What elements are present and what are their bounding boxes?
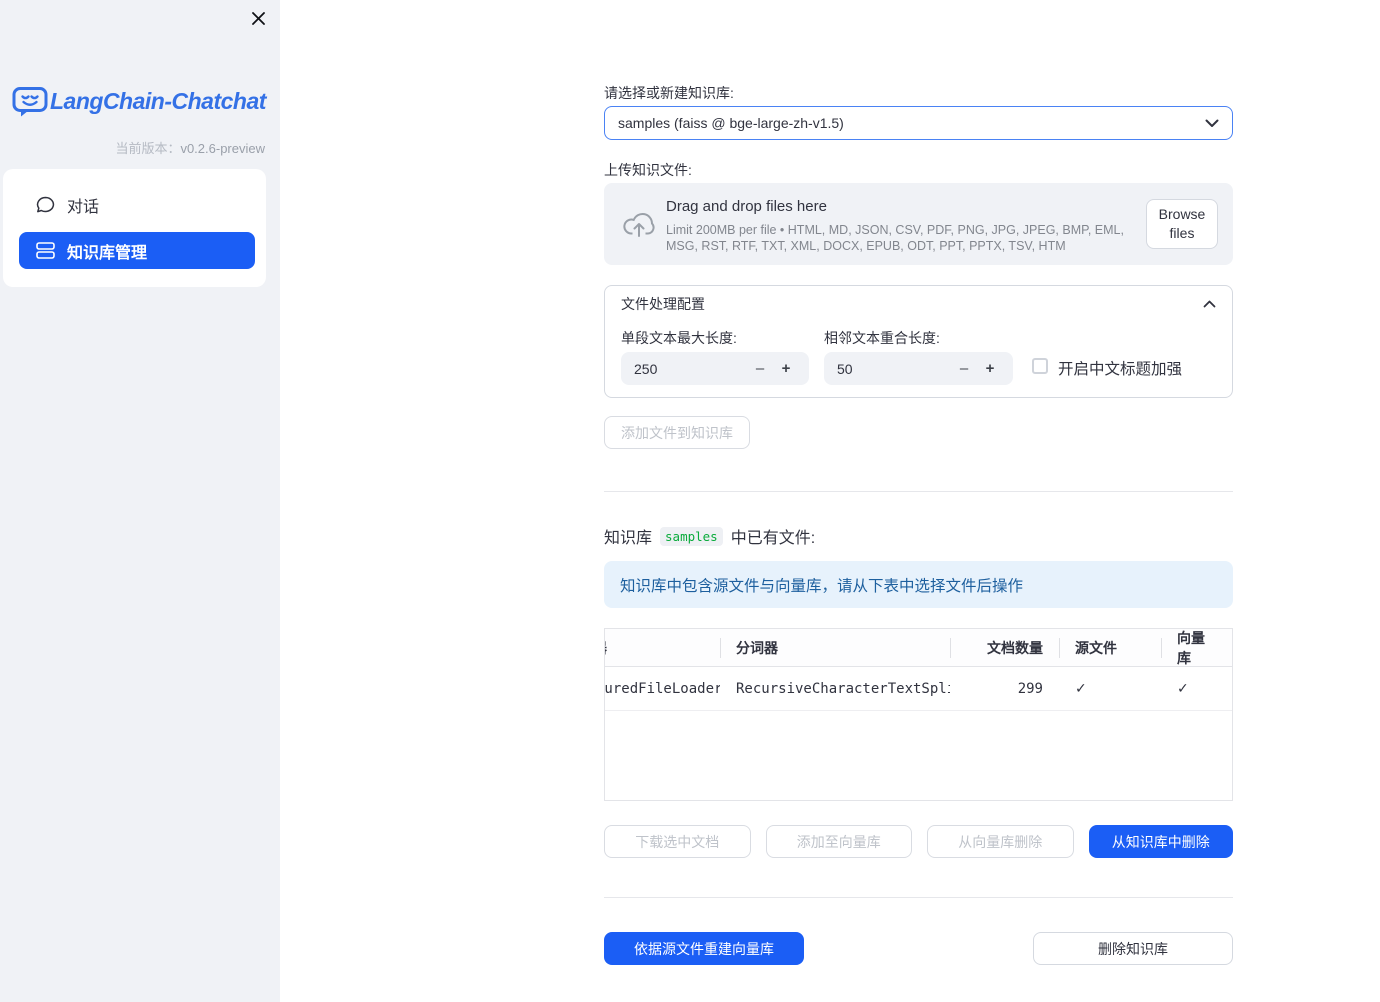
zh-title-enhance-label[interactable]: 开启中文标题加强 (1058, 357, 1182, 379)
column-header-vector-store[interactable]: 向量库 (1161, 629, 1232, 666)
sidebar-item-label: 知识库管理 (67, 244, 148, 262)
file-config-expander: 文件处理配置 单段文本最大长度: 相邻文本重合长度: 250 – + 50 – … (604, 285, 1233, 398)
upload-label: 上传知识文件: (604, 162, 692, 178)
dropzone-title: Drag and drop files here (666, 198, 827, 215)
table-header-row: 文档加载器 分词器 文档数量 源文件 向量库 (605, 629, 1232, 667)
sidebar: LangChain-Chatchat 当前版本：v0.2.6-preview 对… (0, 0, 280, 1002)
cell-vector-store-check: ✓ (1177, 680, 1189, 696)
delete-kb-button[interactable]: 删除知识库 (1033, 932, 1233, 965)
app-version: 当前版本：v0.2.6-preview (0, 138, 265, 157)
cloud-upload-icon (622, 209, 656, 239)
column-header-splitter[interactable]: 分词器 (720, 629, 950, 666)
delete-from-vector-store-button[interactable]: 从向量库删除 (927, 825, 1074, 858)
chunk-overlap-label: 相邻文本重合长度: (824, 330, 940, 346)
cell-loader: UnstructuredFileLoader (604, 680, 720, 697)
expander-title: 文件处理配置 (621, 296, 705, 312)
chat-bubble-icon (36, 196, 55, 214)
info-banner: 知识库中包含源文件与向量库，请从下表中选择文件后操作 (604, 561, 1233, 608)
expander-header[interactable]: 文件处理配置 (605, 286, 1232, 322)
sidebar-item-kb-management[interactable]: 知识库管理 (19, 232, 255, 269)
kb-select-label: 请选择或新建知识库: (604, 85, 734, 101)
kb-select-value: samples (faiss @ bge-large-zh-v1.5) (618, 115, 844, 131)
delete-from-kb-button[interactable]: 从知识库中删除 (1088, 825, 1233, 858)
file-dropzone[interactable]: Drag and drop files here Limit 200MB per… (604, 183, 1233, 265)
chunk-size-label: 单段文本最大长度: (621, 330, 737, 346)
app-logo-text: LangChain-Chatchat (50, 88, 266, 114)
chunk-overlap-input[interactable]: 50 – + (824, 352, 1013, 385)
sidebar-item-label: 对话 (67, 198, 100, 216)
sidebar-close-button[interactable] (246, 6, 270, 30)
kb-files-heading: 知识库 samples 中已有文件: (604, 524, 815, 548)
increment-button[interactable]: + (773, 360, 799, 377)
kb-select[interactable]: samples (faiss @ bge-large-zh-v1.5) (604, 106, 1233, 140)
app-logo-icon (12, 86, 49, 120)
column-header-doc-count[interactable]: 文档数量 (950, 629, 1059, 666)
kb-list-icon (36, 242, 55, 259)
kb-files-table: 文档加载器 分词器 文档数量 源文件 向量库 UnstructuredFileL… (604, 628, 1233, 801)
browse-files-button[interactable]: Browse files (1146, 199, 1218, 249)
download-selected-button[interactable]: 下载选中文档 (604, 825, 751, 858)
cell-doc-count: 299 (1017, 680, 1043, 697)
rebuild-vector-store-button[interactable]: 依据源文件重建向量库 (604, 932, 804, 965)
add-files-to-kb-button[interactable]: 添加文件到知识库 (604, 416, 750, 449)
kb-name-code: samples (660, 526, 723, 546)
dropzone-limits: Limit 200MB per file • HTML, MD, JSON, C… (666, 223, 1124, 253)
heading-prefix: 知识库 (604, 530, 653, 547)
heading-suffix: 中已有文件: (730, 530, 816, 547)
chunk-size-value: 250 (634, 360, 658, 377)
divider (604, 897, 1233, 898)
version-value: v0.2.6-preview (180, 141, 265, 156)
column-header-loader[interactable]: 文档加载器 (605, 629, 720, 666)
cell-splitter: RecursiveCharacterTextSplitter (736, 680, 950, 697)
divider (604, 491, 1233, 492)
sidebar-item-chat[interactable]: 对话 (19, 186, 255, 223)
cell-source-file-check: ✓ (1075, 680, 1087, 696)
chunk-overlap-value: 50 (837, 360, 853, 377)
decrement-button[interactable]: – (951, 360, 977, 377)
column-header-source-file[interactable]: 源文件 (1059, 629, 1161, 666)
chevron-up-icon (1203, 300, 1216, 308)
chunk-size-input[interactable]: 250 – + (621, 352, 809, 385)
chevron-down-icon (1205, 119, 1219, 128)
sidebar-menu: 对话 知识库管理 (3, 169, 266, 287)
file-action-buttons: 下载选中文档 添加至向量库 从向量库删除 从知识库中删除 (604, 825, 1233, 858)
version-label: 当前版本： (115, 141, 181, 156)
add-to-vector-store-button[interactable]: 添加至向量库 (765, 825, 912, 858)
increment-button[interactable]: + (977, 360, 1003, 377)
zh-title-enhance-checkbox[interactable] (1032, 358, 1048, 374)
close-icon (251, 11, 266, 26)
table-row[interactable]: UnstructuredFileLoader RecursiveCharacte… (604, 667, 1232, 711)
decrement-button[interactable]: – (747, 360, 773, 377)
